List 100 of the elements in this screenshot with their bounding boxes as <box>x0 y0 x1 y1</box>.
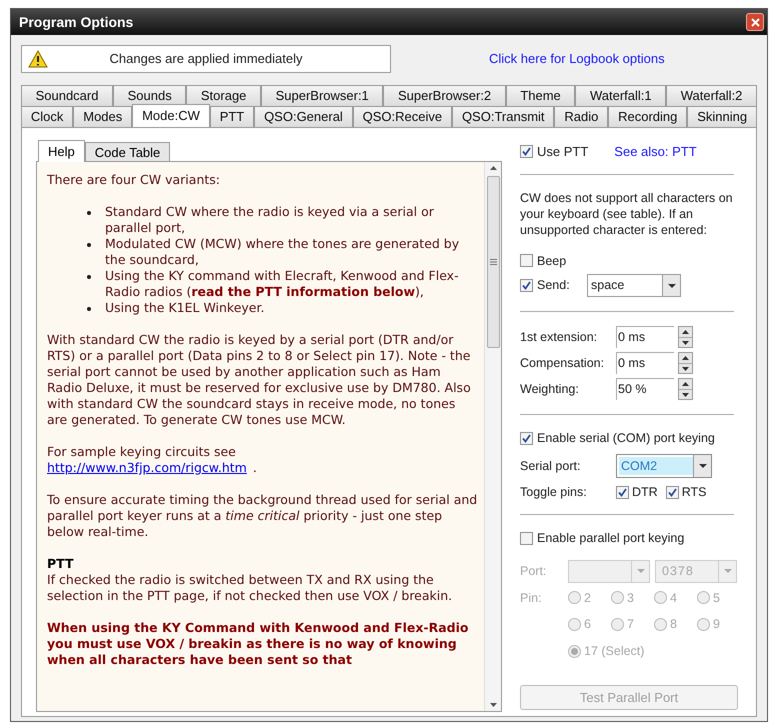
tab[interactable]: Theme <box>506 85 576 106</box>
checkbox-label: Enable parallel port keying <box>537 530 684 547</box>
checkbox[interactable] <box>666 486 679 499</box>
radio-label: 7 <box>627 616 634 634</box>
dropdown-arrow-button[interactable] <box>693 455 711 477</box>
up-arrow-icon <box>682 382 689 386</box>
bullet-icon <box>87 211 91 215</box>
scrollbar[interactable] <box>484 162 501 711</box>
radio-label: 17 (Select) <box>584 643 644 660</box>
spin-field[interactable]: 50 % <box>616 378 674 400</box>
help-paragraph: If checked the radio is switched between TX and RX using the selection in the PTT page, if not checked then use VOX / breakin. <box>47 572 454 604</box>
tab[interactable]: Waterfall:1 <box>575 85 666 106</box>
caret-icon <box>636 569 644 573</box>
dropdown-arrow-button[interactable] <box>662 275 680 296</box>
tab[interactable]: Clock <box>21 106 74 127</box>
up-arrow-icon <box>682 356 689 360</box>
radio-label: 2 <box>584 590 591 606</box>
serial-port-dropdown[interactable]: COM2 <box>616 454 712 478</box>
checkbox-label: Enable serial (COM) port keying <box>537 430 715 448</box>
tab[interactable]: PTT <box>210 106 254 127</box>
close-icon <box>750 18 760 26</box>
radio-label: 5 <box>713 590 720 606</box>
checkbox-label: RTS <box>682 484 706 501</box>
dropdown-value: space <box>590 277 626 294</box>
checkbox-label: DTR <box>632 484 658 501</box>
unsupported-description: CW does not support all characters on your keyboard (see table). If an unsupported character is entered: <box>520 190 734 238</box>
bullet-text: Using the K1EL Winkeyer. <box>105 300 264 316</box>
tab[interactable]: QSO:Transmit <box>452 106 554 127</box>
check-icon <box>522 281 531 290</box>
up-arrow-icon <box>682 330 689 334</box>
tab[interactable]: Recording <box>608 106 688 127</box>
warning-icon <box>28 50 48 68</box>
dropdown-value: 0378 <box>661 562 695 580</box>
radio-label: 6 <box>584 616 591 634</box>
field-label: Weighting: <box>520 380 580 398</box>
bullet-icon <box>87 307 91 311</box>
down-arrow-icon <box>490 703 496 707</box>
tab[interactable]: Skinning <box>687 106 757 127</box>
radio-label: 3 <box>627 590 634 606</box>
checkbox-label: Send: <box>537 277 571 294</box>
spin-field[interactable]: 0 ms <box>616 352 674 374</box>
tab[interactable]: QSO:Receive <box>352 106 452 127</box>
logbook-options-link[interactable]: Click here for Logbook options <box>489 49 665 69</box>
dropdown-value: COM2 <box>619 457 693 475</box>
caret-icon <box>724 569 732 573</box>
tab[interactable]: Modes <box>73 106 132 127</box>
spinner-buttons[interactable] <box>678 326 693 348</box>
help-paragraph: There are four CW variants: <box>47 172 221 188</box>
radio-label: 9 <box>713 616 720 634</box>
tab[interactable]: Sounds <box>113 85 186 106</box>
checkbox[interactable] <box>520 254 533 268</box>
spin-field[interactable]: 0 ms <box>616 326 674 348</box>
help-paragraph: For sample keying circuits see <box>47 444 237 460</box>
down-arrow-icon <box>682 366 689 370</box>
bullet-text: Using the KY command with Elecraft, Kenwood and Flex-Radio radios (read the PTT information below), <box>105 268 460 300</box>
up-arrow-icon <box>490 166 496 170</box>
field-label: Toggle pins: <box>520 484 588 501</box>
tab[interactable]: Storage <box>186 85 261 106</box>
bullet-text: Standard CW where the radio is keyed via a serial or parallel port, <box>105 204 435 236</box>
bullet-icon <box>87 275 91 279</box>
see-also-link[interactable]: See also: PTT <box>614 142 697 162</box>
caret-icon <box>698 464 706 468</box>
tab[interactable]: Waterfall:2 <box>666 85 757 106</box>
help-tab[interactable]: Help <box>38 140 85 162</box>
period-text: . <box>252 460 257 476</box>
scrollbar-thumb[interactable] <box>486 176 500 348</box>
field-label: Compensation: <box>520 354 606 372</box>
down-arrow-icon <box>682 340 689 344</box>
check-icon <box>668 488 677 497</box>
check-icon <box>522 147 531 156</box>
close-button[interactable] <box>746 13 764 31</box>
tab[interactable]: Soundcard <box>21 85 114 106</box>
help-paragraph: With standard CW the radio is keyed by a serial port (DTR and/or RTS) or a parallel port (Data pins 2 to 8 or Select pin 17). Note - the serial port cannot be used by another application such as Ham Radio Deluxe, it must be reserved for exclusive use by DM780. Also with standard CW the soundcard stays in receive mode, no tones are generated. To generate CW tones use MCW. <box>47 332 472 428</box>
field-label: Port: <box>520 562 548 580</box>
bullet-text: Modulated CW (MCW) where the tones are generated by the soundcard, <box>105 236 460 268</box>
spinner-buttons[interactable] <box>678 352 693 374</box>
checkbox[interactable] <box>520 279 533 292</box>
down-arrow-icon <box>682 392 689 396</box>
check-icon <box>522 434 531 444</box>
help-tab[interactable]: Code Table <box>84 142 170 162</box>
tab[interactable]: QSO:General <box>254 106 353 127</box>
tab[interactable]: SuperBrowser:2 <box>383 85 506 106</box>
checkbox[interactable] <box>616 486 629 499</box>
tab[interactable]: SuperBrowser:1 <box>261 85 384 106</box>
help-heading: PTT <box>47 556 75 572</box>
checkbox[interactable] <box>520 145 533 158</box>
field-label: 1st extension: <box>520 328 598 346</box>
spinner-buttons[interactable] <box>678 378 693 400</box>
help-warning: When using the KY Command with Kenwood and Flex-Radio you must use VOX / breakin as there is no way of knowing when all characters have been sent so that <box>47 620 470 668</box>
keying-circuits-link[interactable]: http://www.n3fjp.com/rigcw.htm <box>47 460 247 476</box>
bullet-icon <box>87 243 91 247</box>
tab[interactable]: Mode:CW <box>132 104 210 127</box>
checkbox[interactable] <box>520 432 533 446</box>
tab[interactable]: Radio <box>554 106 608 127</box>
window-title: Program Options <box>19 12 134 32</box>
notice-text: Changes are applied immediately <box>108 50 304 68</box>
help-paragraph: To ensure accurate timing the background thread used for serial and parallel port keyer runs at a time critical priority - just one step below real-time. <box>47 492 478 540</box>
checkbox-label: Beep <box>537 252 566 270</box>
send-dropdown[interactable]: space <box>587 274 681 298</box>
field-label: Pin: <box>520 590 543 606</box>
